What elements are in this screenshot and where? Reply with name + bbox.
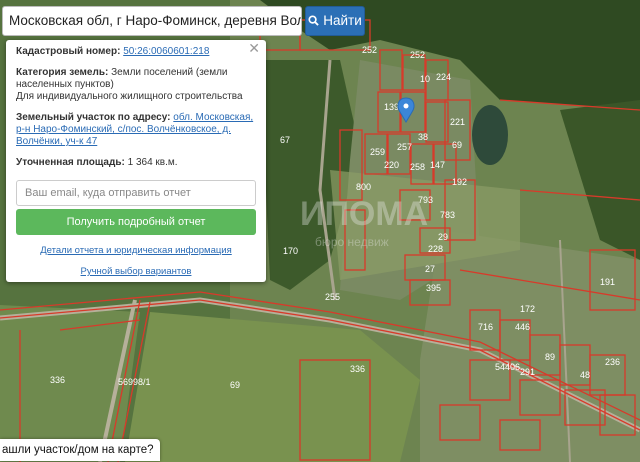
parcel-label: 56998/1 — [118, 377, 151, 387]
parcel-label: 336 — [50, 375, 65, 385]
parcel-label: 783 — [440, 210, 455, 220]
parcel-label: 172 — [520, 304, 535, 314]
manual-link-row: Ручной выбор вариантов — [6, 266, 266, 278]
parcel-label: 89 — [545, 352, 555, 362]
cadastral-label: Кадастровый номер: — [16, 46, 121, 57]
parcel-label: 170 — [283, 246, 298, 256]
area-value: 1 364 кв.м. — [127, 157, 178, 168]
parcel-label: 221 — [450, 117, 465, 127]
address-label: Земельный участок по адресу: — [16, 112, 171, 123]
report-details-link[interactable]: Детали отчета и юридическая информация — [40, 245, 232, 256]
address-search-input[interactable]: Московская обл, г Наро-Фоминск, деревня … — [2, 6, 302, 36]
parcel-label: 38 — [418, 132, 428, 142]
watermark-text: ИПОМА — [300, 195, 428, 233]
parcel-label: 716 — [478, 322, 493, 332]
usage-value: Для индивидуального жилищного строительс… — [16, 91, 243, 102]
parcel-label: 446 — [515, 322, 530, 332]
parcel-label: 259 — [370, 147, 385, 157]
area-row: Уточненная площадь: 1 364 кв.м. — [16, 157, 256, 169]
parcel-label: 192 — [452, 177, 467, 187]
parcel-label: 10 — [420, 74, 430, 84]
parcel-label: 147 — [430, 160, 445, 170]
watermark-subtext: бюро недвиж — [315, 235, 389, 249]
parcel-label: 27 — [425, 264, 435, 274]
parcel-label: 139 — [384, 102, 399, 112]
parcel-label: 67 — [280, 135, 290, 145]
area-label: Уточненная площадь: — [16, 157, 125, 168]
parcel-label: 69 — [230, 380, 240, 390]
parcel-label: 258 — [410, 162, 425, 172]
address-row: Земельный участок по адресу: обл. Москов… — [16, 112, 256, 148]
cadastral-number-link[interactable]: 50:26:0060601:218 — [123, 46, 209, 57]
parcel-label: 69 — [452, 140, 462, 150]
parcel-label: 191 — [600, 277, 615, 287]
parcel-label: 54406 — [495, 362, 520, 372]
category-row: Категория земель: Земли поселений (земли… — [16, 67, 256, 103]
parcel-label: 395 — [426, 283, 441, 293]
parcel-label: 48 — [580, 370, 590, 380]
parcel-info-popup: ✕ Кадастровый номер: 50:26:0060601:218 К… — [6, 40, 266, 282]
close-icon[interactable]: ✕ — [248, 41, 260, 55]
cadastral-row: Кадастровый номер: 50:26:0060601:218 — [16, 46, 256, 58]
parcel-label: 291 — [520, 367, 535, 377]
category-label: Категория земель: — [16, 67, 109, 78]
details-link-row: Детали отчета и юридическая информация — [6, 245, 266, 257]
parcel-label: 257 — [397, 142, 412, 152]
search-button-label: Найти — [323, 13, 362, 28]
parcel-label: 228 — [428, 244, 443, 254]
parcel-label: 29 — [438, 232, 448, 242]
email-field[interactable] — [16, 180, 256, 206]
parcel-label: 236 — [605, 357, 620, 367]
email-input[interactable] — [17, 181, 255, 205]
search-icon — [308, 15, 319, 26]
parcel-label: 252 — [362, 45, 377, 55]
parcel-label: 800 — [356, 182, 371, 192]
parcel-label: 255 — [325, 292, 340, 302]
parcel-label: 220 — [384, 160, 399, 170]
parcel-label: 336 — [350, 364, 365, 374]
manual-selection-link[interactable]: Ручной выбор вариантов — [81, 266, 192, 277]
get-report-button[interactable]: Получить подробный отчет — [16, 209, 256, 235]
parcel-label: 224 — [436, 72, 451, 82]
parcel-label: 252 — [410, 50, 425, 60]
found-property-prompt[interactable]: ашли участок/дом на карте? — [0, 439, 160, 461]
search-button[interactable]: Найти — [305, 6, 365, 36]
